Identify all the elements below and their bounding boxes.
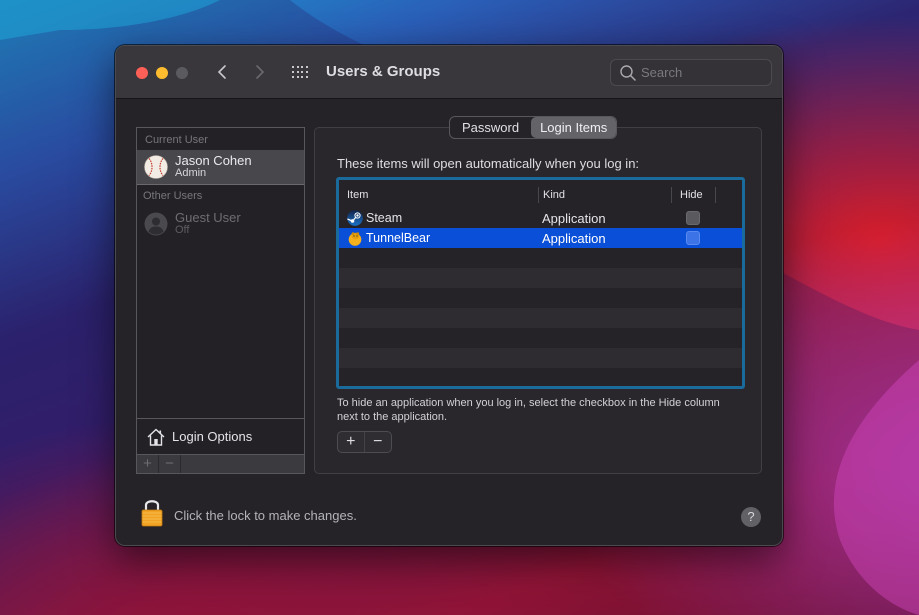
- user-name: Jason Cohen: [175, 153, 252, 168]
- minimize-button[interactable]: [156, 67, 168, 79]
- user-status: Off: [175, 223, 190, 236]
- add-login-item-button[interactable]: +: [338, 432, 365, 452]
- empty-row: [339, 288, 742, 308]
- baseball-avatar-icon: [144, 155, 168, 179]
- tab-login-items[interactable]: Login Items: [531, 117, 617, 138]
- search-field[interactable]: [610, 59, 772, 86]
- forward-button[interactable]: [248, 60, 270, 84]
- empty-row: [339, 248, 742, 268]
- remove-user-button[interactable]: −: [159, 455, 181, 473]
- item-name: TunnelBear: [366, 231, 431, 245]
- chevron-left-icon: [217, 65, 226, 79]
- help-button[interactable]: ?: [741, 507, 761, 527]
- sidebar-toolbar: + −: [137, 454, 304, 473]
- add-user-button[interactable]: +: [137, 455, 159, 473]
- generic-user-avatar-icon: [144, 212, 168, 235]
- lock-status-text: Click the lock to make changes.: [174, 508, 357, 523]
- hide-checkbox-tunnelbear[interactable]: [686, 231, 700, 245]
- table-row-steam[interactable]: Steam Application: [339, 208, 742, 228]
- hide-checkbox-steam[interactable]: [686, 211, 700, 225]
- empty-row: [339, 268, 742, 288]
- tab-bar: Password Login Items: [449, 116, 618, 139]
- login-items-table[interactable]: Item Kind Hide Steam Application TunnelB…: [336, 177, 745, 389]
- current-user-header: Current User: [145, 134, 208, 146]
- item-kind: Application: [542, 231, 606, 246]
- column-header-item[interactable]: Item: [347, 187, 368, 203]
- table-header: Item Kind Hide: [339, 180, 742, 208]
- empty-row: [339, 308, 742, 328]
- title-bar: Users & Groups: [116, 46, 782, 99]
- column-header-hide[interactable]: Hide: [671, 187, 716, 203]
- login-items-panel: These items will open automatically when…: [314, 127, 762, 474]
- remove-login-item-button[interactable]: −: [365, 432, 391, 452]
- tunnelbear-icon: [348, 232, 362, 246]
- window-title: Users & Groups: [326, 63, 441, 80]
- empty-row: [339, 348, 742, 368]
- house-icon: [147, 428, 165, 446]
- lock-icon[interactable]: [140, 497, 164, 527]
- zoom-button[interactable]: [176, 67, 188, 79]
- table-row-tunnelbear[interactable]: TunnelBear Application: [339, 228, 742, 248]
- add-remove-control: + −: [337, 431, 392, 453]
- tab-password[interactable]: Password: [450, 117, 531, 138]
- item-name: Steam: [366, 211, 403, 225]
- user-name: Guest User: [175, 209, 241, 225]
- item-kind: Application: [542, 211, 606, 226]
- user-item-guest-user[interactable]: Guest User Off: [137, 206, 304, 241]
- back-button[interactable]: [212, 60, 234, 84]
- users-groups-window: Users & Groups Current User Jason Cohen …: [115, 45, 783, 546]
- close-button[interactable]: [136, 67, 148, 79]
- hide-hint-text: To hide an application when you log in, …: [337, 397, 720, 423]
- user-role: Admin: [175, 167, 207, 179]
- empty-row: [339, 368, 742, 386]
- show-all-grid-icon[interactable]: [292, 66, 308, 80]
- empty-row: [339, 328, 742, 348]
- search-input[interactable]: [641, 65, 761, 80]
- login-options-label: Login Options: [172, 429, 253, 444]
- login-items-caption: These items will open automatically when…: [337, 156, 640, 171]
- search-icon: [620, 64, 636, 81]
- login-options-item[interactable]: Login Options: [137, 418, 304, 454]
- users-sidebar: Current User Jason Cohen Admin Other Use…: [136, 127, 305, 474]
- user-item-jason-cohen[interactable]: Jason Cohen Admin: [137, 150, 304, 185]
- steam-icon: [347, 210, 363, 226]
- chevron-right-icon: [256, 65, 265, 79]
- other-users-header: Other Users: [143, 190, 203, 202]
- column-header-kind[interactable]: Kind: [538, 187, 565, 203]
